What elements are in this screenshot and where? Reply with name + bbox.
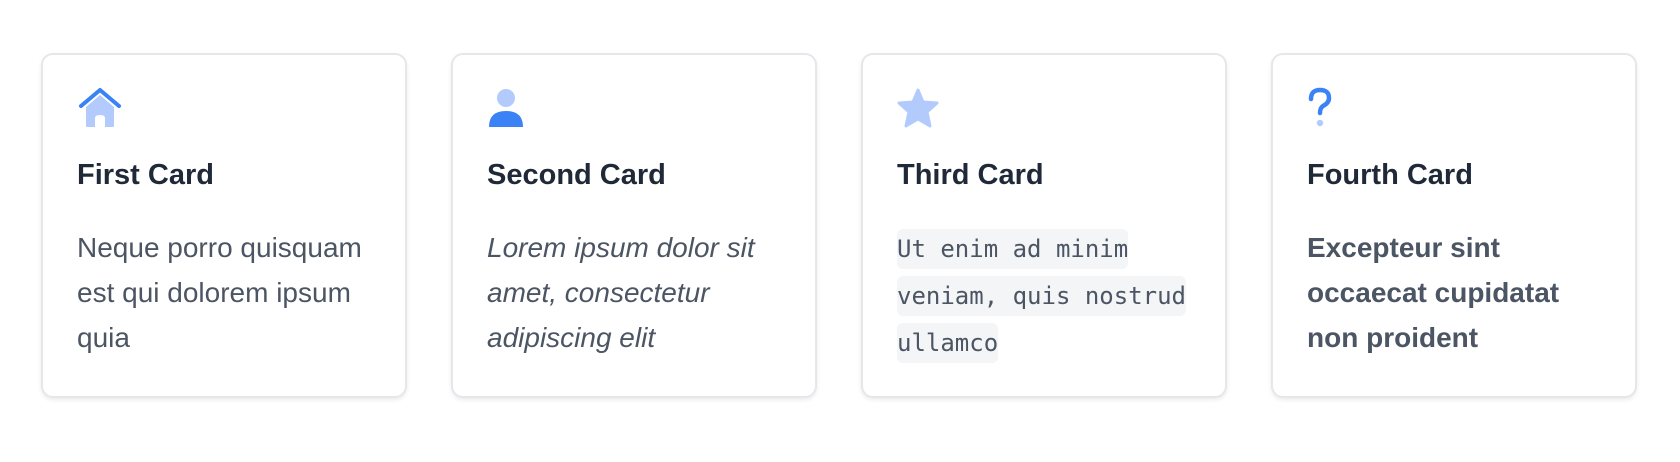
star-icon (897, 88, 939, 128)
question-icon (1308, 87, 1332, 127)
card-code-text: Ut enim ad minim veniam, quis nostrud ul… (897, 229, 1186, 363)
card-first: First Card Neque porro quisquam est qui … (41, 53, 407, 398)
card-fourth: Fourth Card Excepteur sint occaecat cupi… (1271, 53, 1637, 398)
card-text: Neque porro quisquam est qui dolorem ips… (77, 232, 362, 353)
card-title: Second Card (487, 159, 666, 191)
card-text: Lorem ipsum dolor sit amet, consectetur … (487, 232, 755, 353)
card-title: Fourth Card (1307, 159, 1473, 191)
user-icon (489, 89, 523, 127)
home-icon (79, 88, 121, 127)
card-third: Third Card Ut enim ad minim veniam, quis… (861, 53, 1227, 398)
card-title: First Card (77, 159, 214, 191)
card-second: Second Card Lorem ipsum dolor sit amet, … (451, 53, 817, 398)
card-title: Third Card (897, 159, 1044, 191)
card-text: Excepteur sint occaecat cupidatat non pr… (1307, 232, 1560, 353)
